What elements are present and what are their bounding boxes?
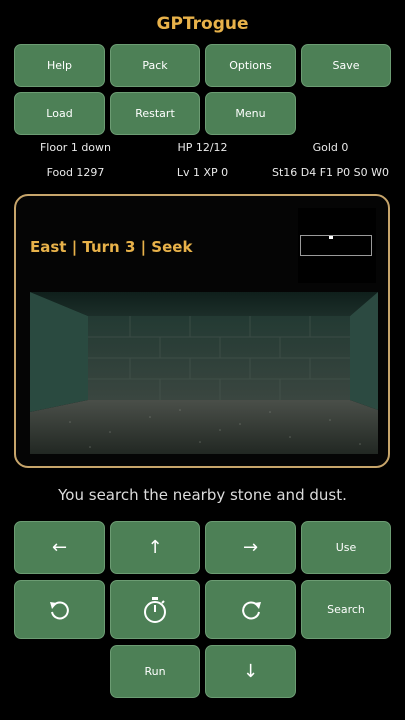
arrow-down-icon: ↓ — [242, 661, 259, 682]
options-button[interactable]: Options — [205, 44, 296, 87]
wait-button[interactable] — [110, 580, 200, 639]
turn-right-button[interactable] — [205, 580, 296, 639]
attributes-stat: St16 D4 F1 P0 S0 W0 — [271, 166, 390, 179]
ceiling — [30, 292, 378, 316]
minimap-player-marker — [329, 236, 333, 239]
gold-stat: Gold 0 — [312, 141, 349, 154]
minimap-room — [300, 235, 372, 256]
turn-left-button[interactable] — [14, 580, 105, 639]
floor-stat: Floor 1 down — [39, 141, 112, 154]
search-button[interactable]: Search — [301, 580, 391, 639]
arrow-right-icon: → — [242, 537, 259, 558]
dungeon-viewport: East | Turn 3 | Seek — [14, 194, 390, 468]
help-button[interactable]: Help — [14, 44, 105, 87]
arrow-up-icon: ↑ — [147, 537, 163, 558]
floor — [30, 400, 378, 454]
dungeon-scene — [30, 292, 378, 454]
hud-status: East | Turn 3 | Seek — [30, 238, 193, 256]
minimap — [298, 208, 376, 283]
message-log: You search the nearby stone and dust. — [58, 486, 347, 504]
save-button[interactable]: Save — [301, 44, 391, 87]
pack-button[interactable]: Pack — [110, 44, 200, 87]
rotate-left-icon — [49, 600, 69, 619]
restart-button[interactable]: Restart — [110, 92, 200, 135]
menu-button[interactable]: Menu — [205, 92, 296, 135]
food-stat: Food 1297 — [46, 166, 105, 179]
run-button[interactable]: Run — [110, 645, 200, 698]
rotate-right-icon — [241, 600, 261, 619]
app-title: GPTrogue — [156, 14, 249, 34]
use-button[interactable]: Use — [301, 521, 391, 574]
arrow-left-icon: ← — [51, 537, 68, 558]
stopwatch-icon — [144, 596, 166, 623]
move-left-button[interactable]: ← — [14, 521, 105, 574]
move-back-button[interactable]: ↓ — [205, 645, 296, 698]
level-stat: Lv 1 XP 0 — [176, 166, 229, 179]
hp-stat: HP 12/12 — [177, 141, 228, 154]
move-forward-button[interactable]: ↑ — [110, 521, 200, 574]
load-button[interactable]: Load — [14, 92, 105, 135]
move-right-button[interactable]: → — [205, 521, 296, 574]
